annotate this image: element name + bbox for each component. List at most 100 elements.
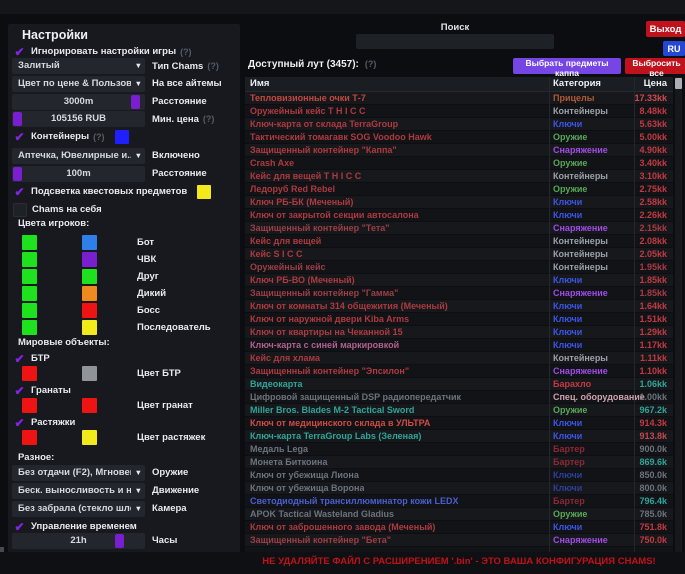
table-row[interactable]: Ключ-карта TerraGroup Labs (Зеленая)Ключ… bbox=[245, 430, 673, 443]
container-types-select[interactable]: Аптечка, Ювелирные и... bbox=[12, 148, 145, 164]
table-row[interactable]: Защищенный контейнер "Бета"Снаряжение750… bbox=[245, 534, 673, 547]
ignore-game-settings-checkbox[interactable]: Игнорировать настройки игры (?) bbox=[12, 44, 192, 59]
color-swatch[interactable] bbox=[82, 398, 97, 413]
item-name: Защищенный контейнер "Гамма" bbox=[250, 287, 398, 299]
table-row[interactable]: Кейс для хламаКонтейнеры1.11kk bbox=[245, 352, 673, 365]
color-swatch[interactable] bbox=[22, 320, 37, 335]
table-row[interactable]: Miller Bros. Blades M-2 Tactical SwordОр… bbox=[245, 404, 673, 417]
item-color-mode-select[interactable]: Цвет по цене & Пользователь bbox=[12, 76, 145, 92]
table-row[interactable]: Crash AxeОружие3.40kk bbox=[245, 157, 673, 170]
color-swatch[interactable] bbox=[82, 269, 97, 284]
time-hours-slider[interactable]: 21h bbox=[12, 533, 145, 549]
table-row[interactable]: Ключ от наружной двери Kiba ArmsКлючи1.5… bbox=[245, 313, 673, 326]
table-scrollbar-thumb[interactable] bbox=[675, 78, 682, 89]
color-swatch[interactable] bbox=[22, 366, 37, 381]
color-swatch[interactable] bbox=[22, 235, 37, 250]
table-row[interactable]: Кейс для вещейКонтейнеры2.08kk bbox=[245, 235, 673, 248]
item-distance-slider[interactable]: 3000m bbox=[12, 94, 145, 110]
table-row[interactable]: Тепловизионные очки Т-7Прицелы17.33kk bbox=[245, 92, 673, 105]
table-row[interactable]: Защищенный контейнер "Тета"Снаряжение2.1… bbox=[245, 222, 673, 235]
table-row[interactable]: Цифровой защищенный DSP радиопередатчикС… bbox=[245, 391, 673, 404]
table-row[interactable]: Ключ-карта с синей маркировкойКлючи1.17k… bbox=[245, 339, 673, 352]
column-header-price[interactable]: Цена bbox=[644, 77, 667, 91]
color-swatch[interactable] bbox=[22, 269, 37, 284]
language-button[interactable]: RU bbox=[663, 41, 685, 56]
color-swatch[interactable] bbox=[82, 235, 97, 250]
btr-checkbox[interactable]: БТР bbox=[12, 351, 50, 366]
quest-color-swatch[interactable] bbox=[197, 185, 211, 199]
movement-mods-select[interactable]: Беск. выносливость и нет уста bbox=[12, 483, 145, 499]
table-row[interactable]: Ключ от закрытой секции автосалонаКлючи2… bbox=[245, 209, 673, 222]
table-row[interactable]: APOK Tactical Wasteland GladiusОружие785… bbox=[245, 508, 673, 521]
slider-handle[interactable] bbox=[13, 167, 22, 181]
min-price-slider[interactable]: 105156 RUB bbox=[12, 111, 145, 127]
item-category: Снаряжение bbox=[553, 144, 608, 156]
checkmark-icon bbox=[12, 416, 27, 430]
quest-items-highlight-checkbox[interactable]: Подсветка квестовых предметов bbox=[12, 184, 211, 199]
table-scrollbar[interactable] bbox=[675, 77, 682, 552]
time-control-checkbox[interactable]: Управление временем bbox=[12, 519, 137, 534]
containers-checkbox[interactable]: Контейнеры (?) bbox=[12, 129, 129, 144]
item-price: 785.0k bbox=[639, 508, 667, 520]
table-row[interactable]: Тактический томагавк SOG Voodoo HawkОруж… bbox=[245, 131, 673, 144]
table-row[interactable]: Ключ РБ-БК (Меченый)Ключи2.58kk bbox=[245, 196, 673, 209]
slider-handle[interactable] bbox=[131, 95, 140, 109]
slider-handle[interactable] bbox=[13, 112, 22, 126]
table-row[interactable]: Ключ от комнаты 314 общежития (Меченый)К… bbox=[245, 300, 673, 313]
table-row[interactable]: Медаль LegaБартер900.0k bbox=[245, 443, 673, 456]
select-kappa-items-button[interactable]: Выбрать предметы каппа bbox=[513, 58, 621, 74]
table-row[interactable]: Защищенный контейнер "Каппа"Снаряжение4.… bbox=[245, 144, 673, 157]
table-row[interactable]: Ключ от заброшенного завода (Меченый)Клю… bbox=[245, 521, 673, 534]
exit-button[interactable]: Выход bbox=[646, 21, 685, 37]
chams-self-checkbox[interactable]: Chams на себя bbox=[12, 202, 102, 217]
search-input[interactable] bbox=[356, 34, 554, 49]
color-swatch[interactable] bbox=[82, 320, 97, 335]
item-price: 796.4k bbox=[639, 495, 667, 507]
chams-type-select[interactable]: Залитый bbox=[12, 58, 145, 74]
grenades-checkbox[interactable]: Гранаты bbox=[12, 383, 71, 398]
color-swatch[interactable] bbox=[22, 430, 37, 445]
table-row[interactable]: Защищенный контейнер "Гамма"Снаряжение1.… bbox=[245, 287, 673, 300]
table-row[interactable]: Оружейный кейс T H I C CКонтейнеры8.48kk bbox=[245, 105, 673, 118]
color-swatch[interactable] bbox=[22, 398, 37, 413]
item-name: Кейс для вещей T H I C C bbox=[250, 170, 361, 182]
color-swatch[interactable] bbox=[82, 252, 97, 267]
containers-color-swatch[interactable] bbox=[115, 130, 129, 144]
table-row[interactable]: Оружейный кейсКонтейнеры1.95kk bbox=[245, 261, 673, 274]
item-price: 850.0k bbox=[639, 469, 667, 481]
column-header-name[interactable]: Имя bbox=[250, 77, 269, 91]
table-row[interactable]: Защищенный контейнер "Эпсилон"Снаряжение… bbox=[245, 365, 673, 378]
table-row[interactable]: Ключ-карта от склада TerraGroupКлючи5.63… bbox=[245, 118, 673, 131]
player-colors-section-label: Цвета игроков: bbox=[18, 218, 89, 229]
slider-handle[interactable] bbox=[115, 534, 124, 548]
table-row[interactable]: Монета БиткоинаБартер869.6k bbox=[245, 456, 673, 469]
table-row[interactable]: Ключ от убежища ВоронаКлючи800.0k bbox=[245, 482, 673, 495]
color-swatch[interactable] bbox=[82, 286, 97, 301]
table-row[interactable]: Ледоруб Red RebelОружие2.75kk bbox=[245, 183, 673, 196]
item-price: 751.8k bbox=[639, 521, 667, 533]
color-swatch[interactable] bbox=[82, 303, 97, 318]
table-row[interactable]: Ключ РБ-ВО (Меченый)Ключи1.85kk bbox=[245, 274, 673, 287]
color-swatch[interactable] bbox=[22, 303, 37, 318]
table-row[interactable]: Ключ от медицинского склада в УЛЬТРАКлюч… bbox=[245, 417, 673, 430]
tripwires-checkbox[interactable]: Растяжки bbox=[12, 415, 75, 430]
container-distance-slider[interactable]: 100m bbox=[12, 166, 145, 182]
color-swatch[interactable] bbox=[22, 252, 37, 267]
chevron-down-icon bbox=[135, 148, 142, 164]
weapon-mods-select[interactable]: Без отдачи (F2), Мгновенное п bbox=[12, 465, 145, 481]
checkmark-icon bbox=[12, 130, 27, 144]
color-swatch[interactable] bbox=[82, 366, 97, 381]
loot-table: Имя Категория Цена Тепловизионные очки Т… bbox=[245, 77, 673, 552]
table-row[interactable]: Светодиодный трансиллюминатор кожи LEDXБ… bbox=[245, 495, 673, 508]
table-row[interactable]: Кейс S I C CКонтейнеры2.05kk bbox=[245, 248, 673, 261]
table-row[interactable]: ВидеокартаБарахло1.06kk bbox=[245, 378, 673, 391]
color-swatch[interactable] bbox=[22, 286, 37, 301]
table-row[interactable]: Ключ от убежища ЛионаКлючи850.0k bbox=[245, 469, 673, 482]
discard-all-button[interactable]: Выбросить все bbox=[625, 58, 685, 74]
column-header-category[interactable]: Категория bbox=[553, 77, 601, 91]
table-row[interactable]: Кейс для вещей T H I C CКонтейнеры3.10kk bbox=[245, 170, 673, 183]
table-row[interactable]: Ключ от квартиры на Чеканной 15Ключи1.29… bbox=[245, 326, 673, 339]
camera-mods-select[interactable]: Без забрала (стекло шлема) bbox=[12, 501, 145, 517]
misc-section-label: Разное: bbox=[18, 452, 54, 463]
color-swatch[interactable] bbox=[82, 430, 97, 445]
